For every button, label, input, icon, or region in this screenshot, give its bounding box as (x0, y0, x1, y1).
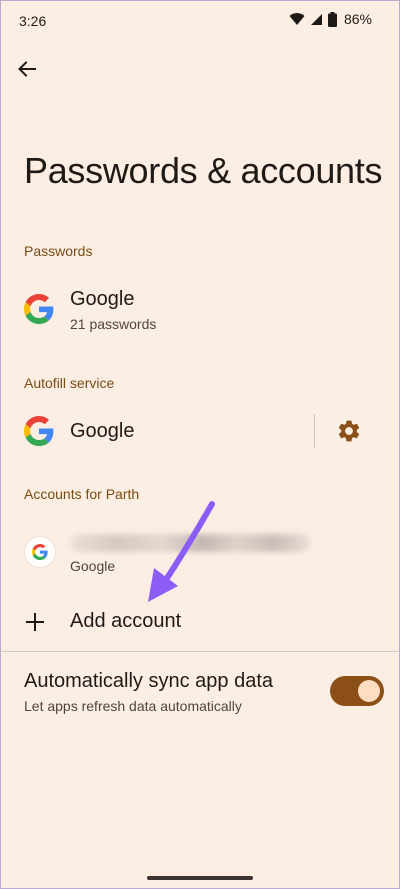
status-icons: 86% (289, 11, 372, 27)
autofill-google-title: Google (70, 420, 135, 442)
google-avatar-icon (24, 536, 56, 568)
annotation-arrow-icon (148, 501, 215, 602)
status-time: 3:26 (19, 13, 47, 29)
back-button[interactable] (12, 56, 42, 86)
auto-sync-title: Automatically sync app data (24, 670, 274, 692)
plus-icon (24, 611, 46, 633)
auto-sync-toggle[interactable] (330, 676, 384, 706)
google-icon (24, 416, 54, 446)
auto-sync-subtitle: Let apps refresh data automatically (24, 698, 242, 714)
section-passwords: Passwords (24, 243, 93, 259)
section-autofill: Autofill service (24, 375, 115, 391)
autofill-google-item[interactable]: Google (0, 408, 400, 454)
google-icon (24, 294, 54, 324)
signal-icon (310, 13, 323, 26)
battery-icon (327, 11, 337, 27)
status-bar: 3:26 86% (0, 0, 400, 42)
wifi-icon (289, 12, 305, 26)
autofill-settings-button[interactable] (336, 418, 362, 444)
passwords-count: 21 passwords (70, 316, 157, 332)
home-indicator[interactable] (147, 876, 253, 880)
back-arrow-icon (17, 59, 37, 84)
vertical-divider (314, 414, 315, 448)
page-title: Passwords & accounts (24, 150, 383, 191)
passwords-google-item[interactable]: Google 21 passwords (0, 280, 400, 344)
passwords-google-title: Google (70, 288, 135, 310)
auto-sync-item[interactable]: Automatically sync app data Let apps ref… (0, 664, 400, 724)
section-accounts: Accounts for Parth (24, 486, 140, 502)
battery-percent: 86% (343, 11, 372, 27)
section-divider (0, 651, 400, 652)
add-account-label: Add account (70, 610, 182, 632)
toggle-knob (358, 680, 380, 702)
gear-icon (336, 420, 362, 448)
account-type: Google (70, 558, 116, 574)
